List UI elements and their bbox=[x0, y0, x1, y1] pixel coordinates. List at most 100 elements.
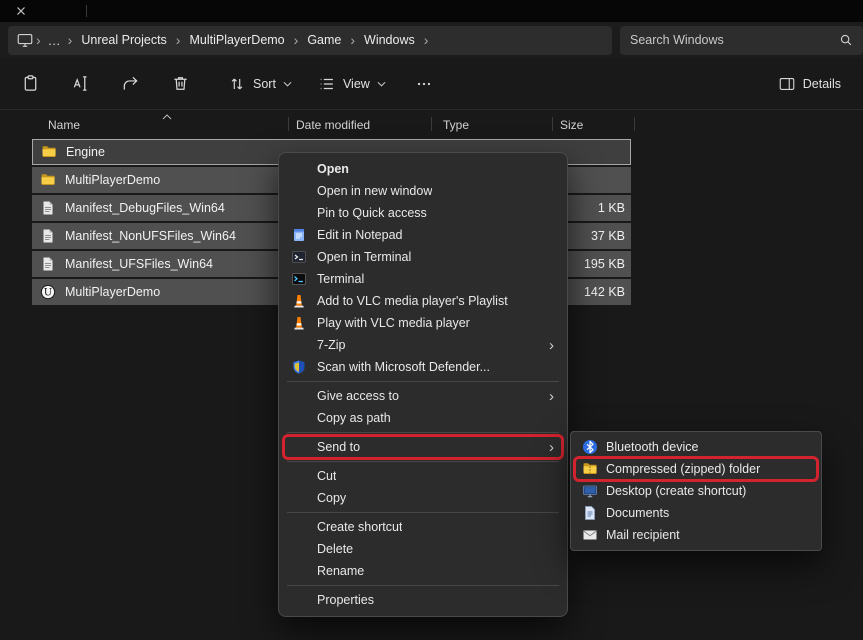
chevron-right-icon: › bbox=[549, 389, 554, 404]
search-box[interactable]: Search Windows bbox=[620, 26, 863, 55]
submenu-item-compressed-zipped-folder[interactable]: Compressed (zipped) folder bbox=[575, 458, 817, 480]
breadcrumb-ellipsis[interactable]: … bbox=[43, 33, 66, 48]
terminal-icon bbox=[291, 249, 307, 265]
delete-button[interactable] bbox=[160, 66, 200, 102]
menu-item-cut[interactable]: Cut bbox=[284, 465, 562, 487]
chevron-right-icon[interactable]: › bbox=[348, 33, 357, 47]
breadcrumb: Unreal Projects›MultiPlayerDemo›Game›Win… bbox=[74, 30, 430, 50]
search-icon[interactable] bbox=[839, 33, 853, 47]
breadcrumb-item-unreal-projects[interactable]: Unreal Projects bbox=[74, 30, 173, 50]
svg-text:U: U bbox=[44, 288, 52, 299]
chevron-right-icon[interactable]: › bbox=[174, 33, 183, 47]
blank-icon bbox=[291, 541, 307, 557]
this-pc-icon[interactable] bbox=[16, 31, 34, 49]
menu-item-label: Cut bbox=[317, 469, 336, 483]
close-tab-icon[interactable] bbox=[16, 6, 26, 16]
chevron-down-icon bbox=[283, 81, 292, 87]
menu-item-label: Pin to Quick access bbox=[317, 206, 427, 220]
chevron-right-icon[interactable]: › bbox=[292, 33, 301, 47]
menu-item-delete[interactable]: Delete bbox=[284, 538, 562, 560]
text-file-icon bbox=[40, 200, 56, 216]
menu-item-open[interactable]: Open bbox=[284, 158, 562, 180]
bluetooth-icon bbox=[582, 439, 598, 455]
menu-item-7-zip[interactable]: 7-Zip› bbox=[284, 334, 562, 356]
chevron-right-icon[interactable]: › bbox=[34, 33, 43, 47]
blank-icon bbox=[291, 468, 307, 484]
tab-divider bbox=[86, 5, 87, 17]
chevron-right-icon[interactable]: › bbox=[66, 33, 75, 47]
column-divider[interactable] bbox=[634, 117, 635, 131]
column-header-type[interactable]: Type bbox=[437, 112, 469, 137]
menu-item-play-with-vlc-media-player[interactable]: Play with VLC media player bbox=[284, 312, 562, 334]
menu-item-send-to[interactable]: Send to› bbox=[284, 436, 562, 458]
ellipsis-icon bbox=[415, 75, 433, 93]
tab-bar bbox=[0, 0, 863, 22]
sort-button[interactable]: Sort bbox=[220, 66, 300, 102]
menu-item-label: Rename bbox=[317, 564, 364, 578]
menu-item-label: Terminal bbox=[317, 272, 364, 286]
menu-item-scan-with-microsoft-defender[interactable]: Scan with Microsoft Defender... bbox=[284, 356, 562, 378]
column-divider[interactable] bbox=[431, 117, 432, 131]
menu-item-create-shortcut[interactable]: Create shortcut bbox=[284, 516, 562, 538]
blank-icon bbox=[291, 490, 307, 506]
menu-item-copy[interactable]: Copy bbox=[284, 487, 562, 509]
paste-button[interactable] bbox=[10, 66, 50, 102]
rename-button[interactable] bbox=[60, 66, 100, 102]
menu-item-label: Copy bbox=[317, 491, 346, 505]
menu-item-give-access-to[interactable]: Give access to › bbox=[284, 385, 562, 407]
column-divider[interactable] bbox=[288, 117, 289, 131]
menu-item-label: Give access to bbox=[317, 389, 399, 403]
submenu-item-desktop-create-shortcut[interactable]: Desktop (create shortcut) bbox=[575, 480, 817, 502]
unreal-icon: U bbox=[40, 284, 56, 300]
menu-item-open-in-terminal[interactable]: Open in Terminal bbox=[284, 246, 562, 268]
documents-icon bbox=[582, 505, 598, 521]
menu-item-rename[interactable]: Rename bbox=[284, 560, 562, 582]
blank-icon bbox=[291, 388, 307, 404]
column-header-name[interactable]: Name bbox=[32, 112, 282, 137]
menu-item-edit-in-notepad[interactable]: Edit in Notepad bbox=[284, 224, 562, 246]
column-header-size[interactable]: Size bbox=[554, 112, 583, 137]
sort-button-label: Sort bbox=[253, 77, 276, 91]
breadcrumb-item-multiplayerdemo[interactable]: MultiPlayerDemo bbox=[182, 30, 291, 50]
menu-item-label: Bluetooth device bbox=[606, 440, 698, 454]
blank-icon bbox=[291, 183, 307, 199]
blank-icon bbox=[291, 519, 307, 535]
details-pane-label: Details bbox=[803, 77, 841, 91]
breadcrumb-item-game[interactable]: Game bbox=[300, 30, 348, 50]
menu-item-label: Copy as path bbox=[317, 411, 391, 425]
menu-item-pin-to-quick-access[interactable]: Pin to Quick access bbox=[284, 202, 562, 224]
share-button[interactable] bbox=[110, 66, 150, 102]
submenu-item-bluetooth-device[interactable]: Bluetooth device bbox=[575, 436, 817, 458]
mail-icon bbox=[582, 527, 598, 543]
more-options-button[interactable] bbox=[404, 66, 444, 102]
menu-item-properties[interactable]: Properties bbox=[284, 589, 562, 611]
menu-item-label: Add to VLC media player's Playlist bbox=[317, 294, 508, 308]
menu-item-label: Desktop (create shortcut) bbox=[606, 484, 746, 498]
menu-item-copy-as-path[interactable]: Copy as path bbox=[284, 407, 562, 429]
share-icon bbox=[121, 74, 140, 93]
chevron-right-icon[interactable]: › bbox=[422, 33, 431, 47]
menu-item-open-in-new-window[interactable]: Open in new window bbox=[284, 180, 562, 202]
blank-icon bbox=[291, 337, 307, 353]
column-divider[interactable] bbox=[552, 117, 553, 131]
column-header-label: Date modified bbox=[296, 118, 370, 132]
menu-item-label: Play with VLC media player bbox=[317, 316, 470, 330]
menu-item-terminal[interactable]: Terminal bbox=[284, 268, 562, 290]
view-icon bbox=[318, 75, 336, 93]
file-size: 142 KB bbox=[563, 285, 625, 299]
menu-separator bbox=[287, 381, 559, 382]
submenu-item-documents[interactable]: Documents bbox=[575, 502, 817, 524]
menu-item-label: Mail recipient bbox=[606, 528, 680, 542]
column-header-date-modified[interactable]: Date modified bbox=[290, 112, 370, 137]
view-button[interactable]: View bbox=[310, 66, 394, 102]
menu-item-add-to-vlc-media-player-s-playlist[interactable]: Add to VLC media player's Playlist bbox=[284, 290, 562, 312]
column-header-label: Size bbox=[560, 118, 583, 132]
blank-icon bbox=[291, 592, 307, 608]
submenu-item-mail-recipient[interactable]: Mail recipient bbox=[575, 524, 817, 546]
address-pill[interactable]: › … › Unreal Projects›MultiPlayerDemo›Ga… bbox=[8, 26, 612, 55]
breadcrumb-item-windows[interactable]: Windows bbox=[357, 30, 422, 50]
menu-item-label: Send to bbox=[317, 440, 360, 454]
menu-item-label: Compressed (zipped) folder bbox=[606, 462, 760, 476]
details-pane-button[interactable]: Details bbox=[770, 66, 849, 102]
folder-icon bbox=[41, 144, 57, 160]
